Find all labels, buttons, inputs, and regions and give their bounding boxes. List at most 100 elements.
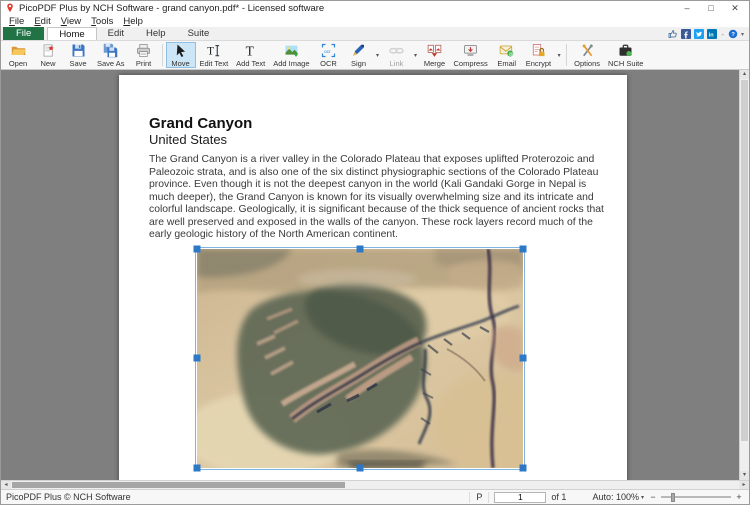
save-as-icon <box>103 43 118 58</box>
nch-suite-button[interactable]: NCH Suite <box>604 42 647 68</box>
tab-edit[interactable]: Edit <box>97 27 135 40</box>
zoom-out-button[interactable]: − <box>648 492 658 502</box>
sign-dropdown-arrow[interactable]: ▾ <box>374 42 382 68</box>
ribbon-tabs: HomeEditHelpSuite <box>47 27 220 40</box>
tab-home[interactable]: Home <box>47 27 96 40</box>
svg-text:@: @ <box>509 51 514 57</box>
zoom-dropdown-arrow[interactable]: ▾ <box>641 494 644 501</box>
selection-handle[interactable] <box>520 464 527 471</box>
link-button[interactable]: Link <box>382 42 412 68</box>
new-document-icon <box>41 43 56 58</box>
facebook-icon[interactable] <box>681 29 691 39</box>
close-button[interactable]: ✕ <box>723 2 747 15</box>
social-icons: in <box>668 29 717 39</box>
menu-view[interactable]: View <box>56 16 86 27</box>
help-dropdown-arrow[interactable]: ▾ <box>741 31 744 38</box>
selection-handle[interactable] <box>194 245 201 252</box>
menu-help[interactable]: Help <box>118 16 148 27</box>
toolbar-button-label: Move <box>171 59 189 68</box>
compress-button[interactable]: Compress <box>450 42 492 68</box>
add-image-button[interactable]: Add Image <box>269 42 313 68</box>
pdf-page[interactable]: Grand Canyon United States The Grand Can… <box>119 75 627 480</box>
twitter-icon[interactable] <box>694 29 704 39</box>
new-button[interactable]: New <box>33 42 63 68</box>
status-bar: PicoPDF Plus © NCH Software P of 1 Auto:… <box>1 489 749 504</box>
tab-suite[interactable]: Suite <box>177 27 221 40</box>
ocr-button[interactable]: ocrOCR <box>314 42 344 68</box>
menu-tools[interactable]: Tools <box>86 16 118 27</box>
workspace: Grand Canyon United States The Grand Can… <box>1 70 749 480</box>
save-button[interactable]: Save <box>63 42 93 68</box>
grand-canyon-aerial-photo[interactable] <box>197 249 523 468</box>
toolbar: OpenNewSaveSave AsPrintMoveTEdit TextTAd… <box>1 41 749 70</box>
tab-file[interactable]: File <box>3 27 44 40</box>
save-as-button[interactable]: Save As <box>93 42 129 68</box>
page-number-input[interactable] <box>494 492 546 503</box>
menu-file[interactable]: File <box>4 16 29 27</box>
add-text-button[interactable]: TAdd Text <box>232 42 269 68</box>
link-dropdown-arrow[interactable]: ▾ <box>412 42 420 68</box>
vertical-scrollbar[interactable]: ▴ ▾ <box>739 70 749 480</box>
toolbar-button-label: Options <box>574 59 600 68</box>
selection-handle[interactable] <box>520 245 527 252</box>
svg-text:in: in <box>709 33 715 39</box>
merge-icon <box>427 43 442 58</box>
grand-canyon-image-graphic <box>197 249 523 468</box>
selection-handle[interactable] <box>357 245 364 252</box>
menu-edit[interactable]: Edit <box>29 16 55 27</box>
ribbon-tab-bar: File HomeEditHelpSuite in - ? ▾ <box>1 27 749 41</box>
title-bar: PicoPDF Plus by NCH Software - grand can… <box>1 1 749 15</box>
edit-text-button[interactable]: TEdit Text <box>196 42 233 68</box>
scroll-up-icon[interactable]: ▴ <box>740 70 749 79</box>
print-button[interactable]: Print <box>129 42 159 68</box>
save-icon <box>71 43 86 58</box>
scroll-right-icon[interactable]: ▸ <box>739 481 749 489</box>
toolbar-button-label: NCH Suite <box>608 59 643 68</box>
merge-button[interactable]: Merge <box>420 42 450 68</box>
help-icon[interactable]: ? <box>728 29 738 39</box>
link-chain-icon <box>389 43 404 58</box>
email-button[interactable]: @Email <box>492 42 522 68</box>
nch-suite-icon <box>618 43 633 58</box>
toolbar-separator <box>162 44 163 66</box>
linkedin-icon[interactable]: in <box>707 29 717 39</box>
zoom-slider[interactable] <box>661 496 731 498</box>
document-canvas[interactable]: Grand Canyon United States The Grand Can… <box>1 70 739 480</box>
social-separator: - <box>721 30 724 39</box>
tab-help[interactable]: Help <box>135 27 177 40</box>
toolbar-button-label: Sign <box>351 59 366 68</box>
encrypt-button[interactable]: Encrypt <box>522 42 555 68</box>
selection-handle[interactable] <box>194 464 201 471</box>
document-subheading: United States <box>149 132 627 148</box>
sign-button[interactable]: Sign <box>344 42 374 68</box>
vertical-scroll-thumb[interactable] <box>741 80 748 441</box>
zoom-in-button[interactable]: + <box>734 492 744 502</box>
options-button[interactable]: Options <box>570 42 604 68</box>
selection-handle[interactable] <box>194 355 201 362</box>
encrypt-dropdown-arrow[interactable]: ▾ <box>555 42 563 68</box>
open-button[interactable]: Open <box>3 42 33 68</box>
ocr-icon: ocr <box>321 43 336 58</box>
folder-open-icon <box>11 43 26 58</box>
horizontal-scroll-thumb[interactable] <box>12 482 345 488</box>
zoom-mode-label[interactable]: Auto: 100% <box>592 492 639 502</box>
page-total-label: of 1 <box>551 492 566 502</box>
move-button[interactable]: Move <box>166 42 196 68</box>
maximize-button[interactable]: □ <box>699 2 723 15</box>
like-icon[interactable] <box>668 29 678 39</box>
selection-handle[interactable] <box>520 355 527 362</box>
window-title: PicoPDF Plus by NCH Software - grand can… <box>19 3 671 14</box>
minimize-button[interactable]: – <box>675 2 699 15</box>
vertical-scroll-track[interactable] <box>740 79 749 471</box>
encrypt-lock-icon <box>531 43 546 58</box>
scroll-left-icon[interactable]: ◂ <box>1 481 11 489</box>
add-text-icon: T <box>243 43 258 58</box>
toolbar-button-label: Encrypt <box>526 59 551 68</box>
zoom-slider-thumb[interactable] <box>671 493 675 502</box>
horizontal-scrollbar[interactable]: ◂ ▸ <box>1 480 749 489</box>
selection-handle[interactable] <box>357 464 364 471</box>
page-label: P <box>469 492 489 503</box>
toolbar-button-label: Add Image <box>273 59 309 68</box>
scroll-down-icon[interactable]: ▾ <box>740 471 749 480</box>
compress-icon <box>463 43 478 58</box>
